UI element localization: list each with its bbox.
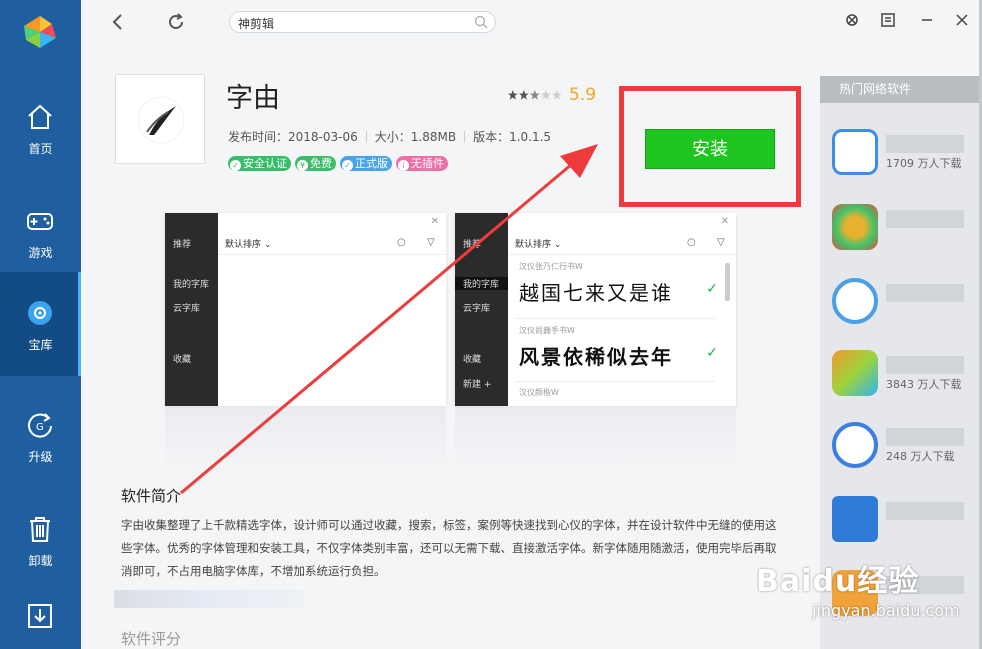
sidebar-item-label: 首页 (28, 142, 53, 156)
filter-icon: ▽ (717, 237, 725, 248)
sidebar-item-label: 卸载 (28, 554, 53, 568)
baidu-watermark-url: jingyan.baidu.com (812, 601, 960, 620)
sidebar-item-label: 宝库 (28, 338, 53, 352)
version: 版本：1.0.1.5 (473, 130, 552, 144)
app-icon (832, 496, 878, 542)
hot-item[interactable]: 248 万人下载 (820, 414, 979, 486)
sidebar-item-treasury[interactable]: 宝库 (0, 272, 81, 376)
star-icon (552, 90, 562, 100)
sidebar-item-games[interactable]: 游戏 (0, 180, 81, 284)
rating-stars (508, 90, 562, 100)
search-input[interactable]: 神剪辑 (229, 11, 496, 33)
app-meta: 发布时间：2018-03-06 大小：1.88MB 版本：1.0.1.5 (228, 128, 551, 145)
download-icon (28, 604, 52, 628)
hot-item[interactable]: 1709 万人下载 (820, 121, 979, 193)
review-title: 软件评分 (121, 630, 182, 648)
upgrade-icon: G (28, 413, 52, 438)
download-count: 248 万人下载 (886, 450, 955, 463)
app-icon (832, 350, 878, 396)
star-icon (519, 90, 529, 100)
font-name: 汉仪尚巍手书W (519, 326, 575, 335)
tag-official: ✓ 正式版 (340, 156, 392, 171)
filter-icon: ▽ (427, 237, 435, 248)
sidebar-item-home[interactable]: 首页 (0, 76, 81, 180)
hot-item[interactable]: 3843 万人下载 (820, 342, 979, 414)
screenshot-2[interactable]: 推荐 我的字库 云字库 收藏 新建 + 默认排序 ⌄ ✕ ○ ▽ 汉仪张乃仁行书… (455, 213, 736, 406)
font-sample: 越国七来又是谁 (519, 281, 673, 305)
search-icon[interactable] (474, 15, 488, 29)
star-icon (530, 90, 540, 100)
file-size: 大小：1.88MB (374, 130, 457, 144)
app-icon (832, 129, 878, 175)
tag-free: ¥ 免费 (295, 156, 336, 171)
star-icon (541, 90, 551, 100)
blurred-link (114, 590, 304, 608)
feather-icon (137, 96, 185, 144)
tag-list: ✓ 安全认证 ¥ 免费 ✓ 正式版 i 无插件 (228, 152, 452, 171)
menu-icon[interactable] (879, 11, 897, 29)
font-sample: 风景依稀似去年 (519, 345, 673, 369)
description-title: 软件简介 (121, 487, 182, 505)
check-icon: ✓ (706, 345, 718, 361)
hot-item[interactable] (820, 196, 979, 268)
app-icon (832, 422, 878, 468)
hot-item[interactable] (820, 488, 979, 560)
star-icon (508, 90, 518, 100)
sidebar-item-label: 游戏 (28, 246, 53, 260)
tag-no-plugin: i 无插件 (396, 156, 448, 171)
sidebar-item-label: 升级 (28, 450, 53, 464)
hot-panel-title: 热门网络软件 (820, 76, 979, 103)
app-icon (115, 74, 205, 164)
close-icon: ✕ (430, 216, 439, 227)
scrollbar (725, 263, 730, 301)
description-text: 字由收集整理了上千款精选字体，设计师可以通过收藏，搜索，标签，案例等快速找到心仪… (121, 518, 777, 578)
back-icon[interactable] (108, 11, 128, 33)
download-count: 3843 万人下载 (886, 378, 962, 391)
sidebar-item-download[interactable] (0, 575, 81, 649)
app-name: 字由 (226, 83, 280, 114)
app-icon (832, 278, 878, 324)
skin-icon[interactable] (843, 11, 861, 29)
screenshot-sidebar: 推荐 我的字库 云字库 收藏 (165, 213, 218, 406)
sidebar: 首页 游戏 宝库 G 升级 卸载 (0, 0, 81, 649)
sort-label: 默认排序 ⌄ (225, 240, 272, 250)
check-icon: ✓ (706, 281, 718, 297)
tag-security: ✓ 安全认证 (228, 156, 291, 171)
highlight-box (619, 86, 801, 207)
baidu-watermark: Baidu经验 (756, 564, 920, 599)
sidebar-item-upgrade[interactable]: G 升级 (0, 384, 81, 488)
minimize-icon[interactable] (918, 11, 936, 29)
hot-item[interactable] (820, 270, 979, 342)
font-name: 汉仪颜楷W (519, 388, 559, 397)
download-count: 1709 万人下载 (886, 157, 962, 170)
font-name: 汉仪张乃仁行书W (519, 262, 583, 271)
screenshot-sidebar: 推荐 我的字库 云字库 收藏 新建 + (455, 213, 508, 406)
close-icon[interactable] (953, 11, 971, 29)
refresh-icon[interactable] (166, 11, 186, 33)
search-input-value: 神剪辑 (238, 17, 275, 31)
disc-icon (28, 301, 52, 325)
app-logo-icon (24, 16, 56, 48)
app-icon (832, 204, 878, 250)
svg-text:G: G (36, 422, 44, 433)
release-date: 发布时间：2018-03-06 (228, 130, 358, 144)
gamepad-icon (27, 213, 53, 230)
close-icon: ✕ (720, 216, 729, 227)
trash-icon (30, 517, 50, 542)
sort-label: 默认排序 ⌄ (515, 240, 562, 250)
search-icon: ○ (687, 237, 696, 248)
home-icon (28, 104, 52, 129)
rating-score: 5.9 (569, 85, 597, 105)
search-icon: ○ (397, 237, 406, 248)
screenshot-1[interactable]: 推荐 我的字库 云字库 收藏 默认排序 ⌄ ✕ ○ ▽ (165, 213, 446, 406)
